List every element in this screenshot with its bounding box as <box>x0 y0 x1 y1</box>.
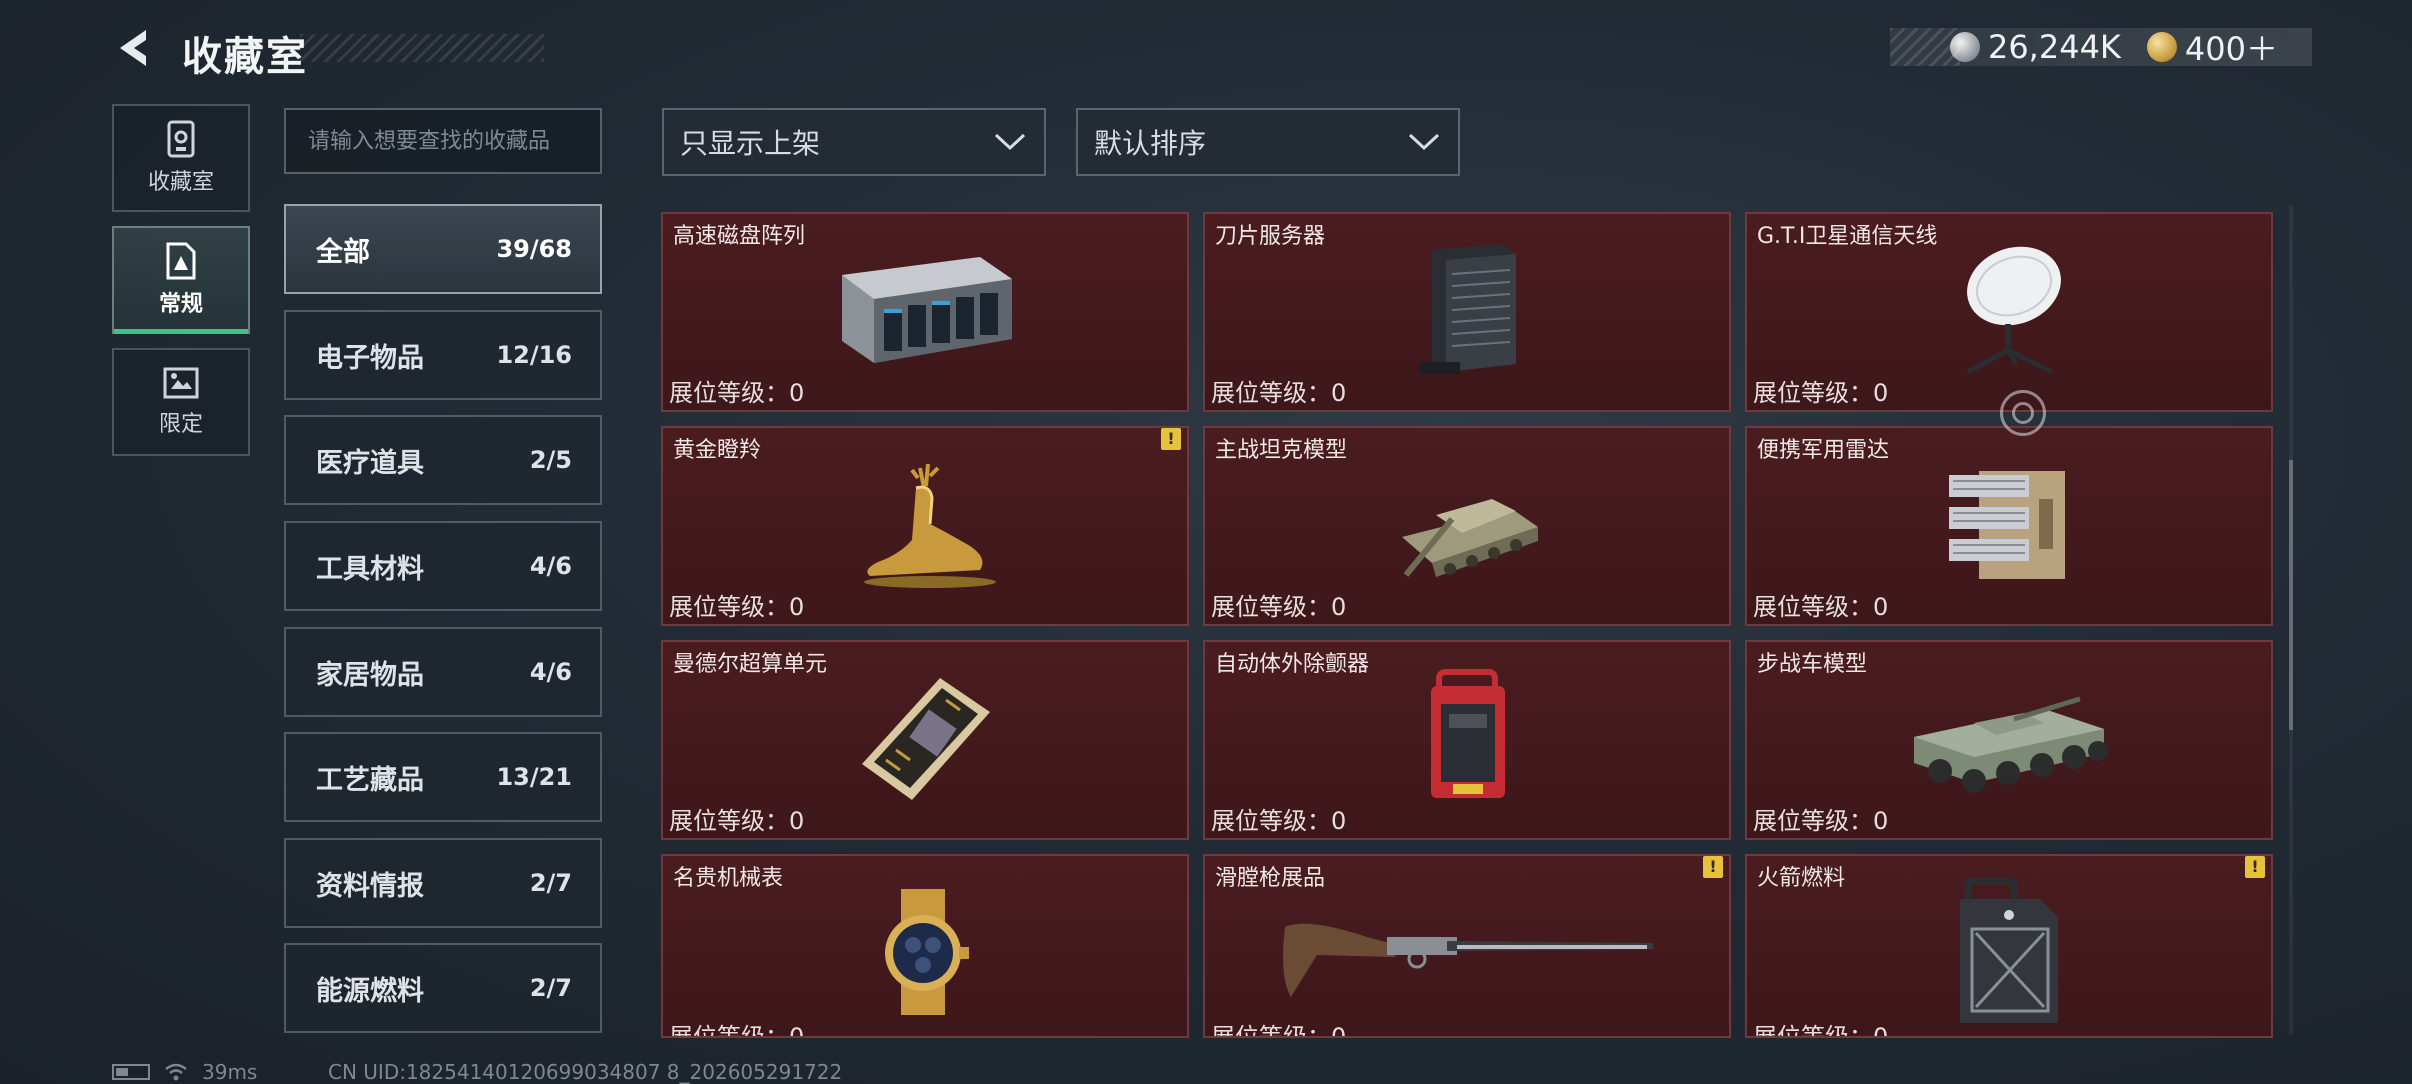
category-medical[interactable]: 医疗道具 2/5 <box>284 415 602 505</box>
category-name: 电子物品 <box>316 342 424 374</box>
category-count: 4/6 <box>529 552 572 580</box>
chevron-down-icon <box>994 133 1026 151</box>
category-name: 能源燃料 <box>316 975 424 1007</box>
category-count: 4/6 <box>529 658 572 686</box>
limited-collection-icon <box>163 367 199 399</box>
item-level: 展位等级：0 <box>1753 1023 1889 1038</box>
blade-server-icon <box>1420 244 1516 374</box>
gold-balance[interactable]: 400＋ <box>2185 24 2278 70</box>
sort-dropdown[interactable]: 默认排序 <box>1076 108 1460 176</box>
musket-icon <box>1283 923 1653 997</box>
item-level: 展位等级：0 <box>1211 379 1347 407</box>
focus-reticle-icon <box>2000 390 2046 436</box>
title-decoration <box>300 34 544 62</box>
nav-limited[interactable]: 限定 <box>112 348 250 456</box>
item-card[interactable]: 主战坦克模型 展位等级：0 <box>1203 426 1731 626</box>
category-tools[interactable]: 工具材料 4/6 <box>284 521 602 611</box>
category-name: 家居物品 <box>316 659 424 691</box>
item-level: 展位等级：0 <box>1753 807 1889 835</box>
ping-value: 39ms <box>202 1060 258 1084</box>
golden-gazelle-icon <box>864 463 996 588</box>
satellite-dish-icon <box>1966 246 2061 375</box>
back-arrow-icon[interactable] <box>112 26 156 70</box>
display-filter-dropdown[interactable]: 只显示上架 <box>662 108 1046 176</box>
item-card[interactable]: 名贵机械表 展位等级：0 <box>661 854 1189 1038</box>
item-level: 展位等级：0 <box>1753 593 1889 621</box>
search-input[interactable] <box>286 110 600 172</box>
item-level: 展位等级：0 <box>669 1023 805 1038</box>
category-name: 资料情报 <box>316 870 424 902</box>
chevron-down-icon <box>1408 133 1440 151</box>
warning-icon: ! <box>2245 856 2265 878</box>
defibrillator-icon <box>1431 669 1505 798</box>
nav-collection-room[interactable]: 收藏室 <box>112 104 250 212</box>
category-count: 13/21 <box>496 763 572 791</box>
regular-collection-icon <box>166 242 196 280</box>
item-level: 展位等级：0 <box>669 807 805 835</box>
item-card[interactable]: G.T.I卫星通信天线 展位等级：0 <box>1745 212 2273 412</box>
item-level: 展位等级：0 <box>669 593 805 621</box>
nav-label: 收藏室 <box>147 170 214 195</box>
category-name: 医疗道具 <box>316 447 424 479</box>
page-title: 收藏室 <box>182 34 308 80</box>
silver-balance: 26,244K <box>1987 28 2121 66</box>
category-name: 全部 <box>316 236 370 268</box>
item-card[interactable]: 高速磁盘阵列 展位等级：0 <box>661 212 1189 412</box>
trophy-case-icon <box>167 120 195 158</box>
luxury-watch-icon <box>885 889 969 1015</box>
item-card[interactable]: 自动体外除颤器 展位等级：0 <box>1203 640 1731 840</box>
category-intel[interactable]: 资料情报 2/7 <box>284 838 602 928</box>
currency-decoration <box>1890 28 1960 66</box>
search-box[interactable] <box>284 108 602 174</box>
item-card[interactable]: 火箭燃料 ! 展位等级：0 <box>1745 854 2273 1038</box>
category-crafts[interactable]: 工艺藏品 13/21 <box>284 732 602 822</box>
category-count: 12/16 <box>496 341 572 369</box>
display-filter-value: 只显示上架 <box>680 127 821 160</box>
item-level: 展位等级：0 <box>1753 379 1889 407</box>
category-name: 工具材料 <box>316 553 424 585</box>
status-bar: 39ms <box>112 1060 257 1084</box>
grid-scrollbar-thumb[interactable] <box>2289 460 2293 730</box>
tank-model-icon <box>1402 499 1538 577</box>
sort-value: 默认排序 <box>1094 127 1207 160</box>
currency-bar: 26,244K 400＋ <box>1890 28 2312 68</box>
category-electronics[interactable]: 电子物品 12/16 <box>284 310 602 400</box>
item-card[interactable]: 刀片服务器 展位等级：0 <box>1203 212 1731 412</box>
category-household[interactable]: 家居物品 4/6 <box>284 627 602 717</box>
category-count: 2/7 <box>529 869 572 897</box>
military-radar-icon <box>1949 471 2065 579</box>
disk-array-icon <box>842 257 1012 363</box>
user-uid: CN UID:18254140120699034807 8_2026052917… <box>328 1060 843 1084</box>
category-count: 39/68 <box>496 235 572 263</box>
category-all[interactable]: 全部 39/68 <box>284 204 602 294</box>
item-level: 展位等级：0 <box>1211 593 1347 621</box>
category-energy[interactable]: 能源燃料 2/7 <box>284 943 602 1033</box>
item-card[interactable]: 黄金瞪羚 ! 展位等级：0 <box>661 426 1189 626</box>
ifv-model-icon <box>1914 696 2108 793</box>
fuel-canister-icon <box>1960 877 2058 1023</box>
item-level: 展位等级：0 <box>669 379 805 407</box>
gold-coin-icon <box>2146 32 2177 62</box>
battery-icon <box>112 1064 150 1080</box>
wifi-icon <box>165 1063 187 1081</box>
item-card[interactable]: 便携军用雷达 展位等级：0 <box>1745 426 2273 626</box>
item-level: 展位等级：0 <box>1211 807 1347 835</box>
item-card[interactable]: 滑膛枪展品 ! 展位等级：0 <box>1203 854 1731 1038</box>
warning-icon: ! <box>1161 428 1181 450</box>
category-name: 工艺藏品 <box>316 764 424 796</box>
nav-label: 限定 <box>158 412 203 437</box>
item-card[interactable]: 步战车模型 展位等级：0 <box>1745 640 2273 840</box>
category-count: 2/5 <box>529 446 572 474</box>
nav-label: 常规 <box>158 292 203 317</box>
item-card[interactable]: 曼德尔超算单元 展位等级：0 <box>661 640 1189 840</box>
nav-regular[interactable]: 常规 <box>112 226 250 334</box>
item-level: 展位等级：0 <box>1211 1023 1347 1038</box>
warning-icon: ! <box>1703 856 1723 878</box>
supercomputer-unit-icon <box>862 678 990 800</box>
category-count: 2/7 <box>529 974 572 1002</box>
